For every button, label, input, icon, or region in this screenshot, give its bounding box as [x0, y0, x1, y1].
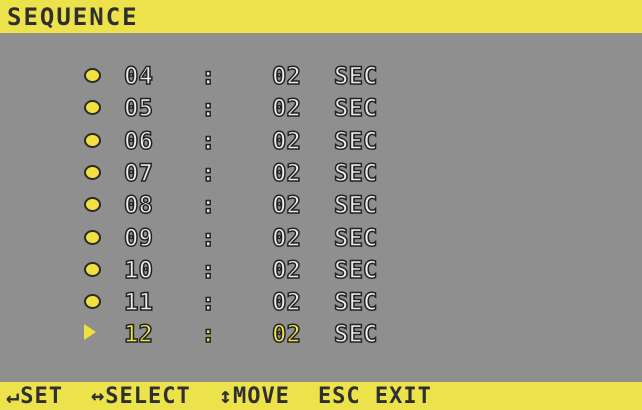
dwell-time-value[interactable]: 02: [271, 127, 301, 155]
bullet-icon: [84, 68, 101, 83]
camera-number: 11: [123, 288, 153, 317]
camera-number: 05: [123, 94, 153, 123]
dwell-unit: SEC: [333, 94, 378, 123]
dwell-unit: SEC: [333, 288, 378, 317]
dwell-time-value[interactable]: 02: [271, 191, 301, 219]
dwell-time-value[interactable]: 02: [271, 256, 301, 284]
camera-number: 04: [123, 62, 153, 90]
bullet-icon: [84, 294, 101, 310]
dwell-unit: SEC: [333, 126, 378, 155]
separator: :: [200, 94, 216, 123]
esc-exit-hint: ESC EXIT: [317, 383, 432, 409]
bullet-icon: [84, 164, 101, 180]
separator: :: [200, 288, 216, 317]
sequence-row[interactable]: 05: 02 SEC: [84, 94, 414, 123]
bullet-icon: [84, 100, 101, 116]
set-hint: ↵SET: [6, 383, 63, 409]
dwell-unit: SEC: [333, 255, 378, 284]
sequence-row[interactable]: 10: 02 SEC: [84, 255, 414, 284]
footer-bar: ↵SET ↔SELECT ↕MOVE ESC EXIT: [0, 382, 642, 410]
dwell-time-value[interactable]: 02: [271, 224, 301, 252]
move-hint: ↕MOVE: [218, 383, 290, 409]
sequence-row[interactable]: 08: 02 SEC: [84, 191, 414, 220]
sequence-row[interactable]: 12: 02 SEC: [84, 320, 414, 349]
camera-number: 10: [123, 255, 153, 284]
sequence-row[interactable]: 07: 02 SEC: [84, 158, 414, 187]
dwell-time-value[interactable]: 02: [271, 321, 301, 349]
separator: :: [200, 255, 216, 284]
dwell-time-value[interactable]: 02: [271, 62, 301, 90]
dwell-unit: SEC: [333, 158, 378, 187]
sequence-row[interactable]: 09: 02 SEC: [84, 223, 414, 252]
cursor-arrow-icon: [84, 324, 96, 341]
footer-hints: ↵SET ↔SELECT ↕MOVE ESC EXIT: [6, 382, 636, 410]
sequence-row[interactable]: 11: 02 SEC: [84, 288, 414, 317]
separator: :: [200, 126, 216, 155]
title-bar: SEQUENCE: [0, 0, 642, 33]
bullet-icon: [84, 197, 101, 213]
camera-number: 09: [123, 223, 153, 252]
separator: :: [200, 191, 216, 220]
dwell-time-value[interactable]: 02: [271, 95, 301, 123]
sequence-row[interactable]: 04: 02 SEC: [84, 62, 414, 90]
camera-number: 08: [123, 191, 153, 220]
dwell-unit: SEC: [333, 191, 378, 220]
camera-number: 06: [123, 126, 153, 155]
separator: :: [200, 158, 216, 187]
dwell-unit: SEC: [333, 62, 378, 90]
dwell-time-value[interactable]: 02: [271, 159, 301, 187]
separator: :: [200, 320, 216, 349]
separator: :: [200, 62, 216, 90]
bullet-icon: [84, 132, 101, 148]
select-hint: ↔SELECT: [90, 383, 191, 409]
dwell-unit: SEC: [333, 223, 378, 252]
camera-number: 07: [123, 158, 153, 187]
page-title: SEQUENCE: [7, 3, 139, 31]
sequence-row[interactable]: 06: 02 SEC: [84, 126, 414, 155]
dwell-time-value[interactable]: 02: [271, 288, 301, 316]
bullet-icon: [84, 229, 101, 245]
camera-number: 12: [123, 320, 153, 349]
bullet-icon: [84, 261, 101, 277]
dwell-unit: SEC: [333, 320, 378, 349]
separator: :: [200, 223, 216, 252]
